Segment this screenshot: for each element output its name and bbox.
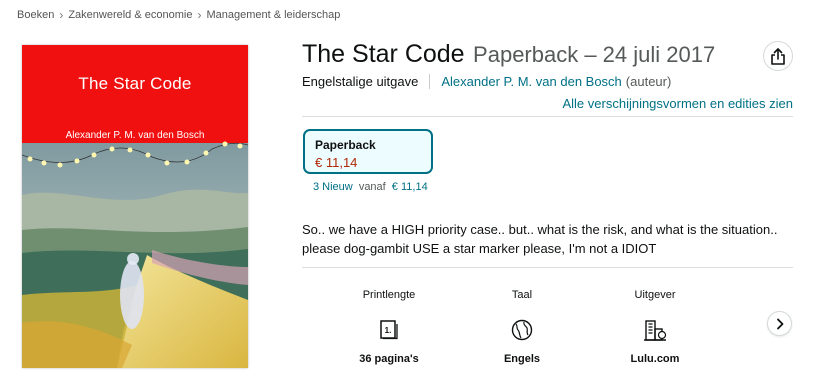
all-editions-link[interactable]: Alle verschijningsvormen en edities zien [562, 96, 793, 111]
offers-price-link[interactable]: € 11,14 [392, 181, 428, 193]
cover-title: The Star Code [78, 74, 192, 93]
globe-icon [511, 319, 533, 341]
author-role: (auteur) [625, 74, 672, 89]
product-title-row: The Star Code Paperback – 24 juli 2017 [302, 40, 715, 69]
offers-from-label: vanaf [358, 181, 386, 193]
new-offers-link[interactable]: 3 Nieuw [313, 181, 353, 193]
book-pages-icon: 1. [380, 320, 398, 340]
detail-publisher[interactable]: Uitgever Lulu.com [595, 289, 715, 365]
detail-label: Taal [511, 289, 533, 301]
detail-value: 36 pagina's [359, 353, 419, 365]
divider [302, 116, 793, 117]
detail-value: Engels [503, 353, 541, 365]
share-icon [771, 47, 785, 65]
language-edition: Engelstalige uitgave [302, 74, 419, 89]
detail-value: Lulu.com [630, 353, 680, 365]
book-cover-image[interactable]: The Star Code Alexander P. M. van den Bo… [22, 45, 248, 368]
breadcrumb: Boeken › Zakenwereld & economie › Manage… [17, 8, 340, 22]
format-option-paperback[interactable]: Paperback € 11,14 [303, 129, 433, 174]
byline: Engelstalige uitgave Alexander P. M. van… [302, 74, 671, 89]
breadcrumb-item-management[interactable]: Management & leiderschap [206, 9, 340, 21]
product-title: The Star Code [302, 40, 465, 68]
product-description: So.. we have a HIGH priority case.. but.… [302, 222, 778, 256]
offers-line: 3 Nieuw vanaf € 11,14 [313, 181, 428, 193]
divider [302, 267, 793, 268]
product-format-date: Paperback – 24 juli 2017 [473, 42, 716, 67]
byline-divider [429, 74, 431, 89]
share-button[interactable] [763, 41, 793, 71]
breadcrumb-item-zakenwereld[interactable]: Zakenwereld & economie [68, 9, 192, 21]
detail-print-length[interactable]: Printlengte 1. 36 pagina's [329, 289, 449, 365]
breadcrumb-separator: › [59, 8, 64, 22]
breadcrumb-item-boeken[interactable]: Boeken [17, 9, 54, 21]
svg-text:1.: 1. [385, 326, 392, 335]
format-label: Paperback [315, 138, 376, 152]
carousel-next-button[interactable] [767, 311, 792, 336]
author-link[interactable]: Alexander P. M. van den Bosch [441, 74, 621, 89]
breadcrumb-separator: › [197, 8, 202, 22]
format-price: € 11,14 [315, 155, 358, 170]
chevron-right-icon [776, 318, 783, 329]
cover-author: Alexander P. M. van den Bosch [65, 130, 205, 141]
detail-label: Printlengte [362, 289, 416, 301]
detail-label: Uitgever [634, 289, 676, 301]
detail-language[interactable]: Taal Engels [462, 289, 582, 365]
building-icon [644, 320, 667, 341]
